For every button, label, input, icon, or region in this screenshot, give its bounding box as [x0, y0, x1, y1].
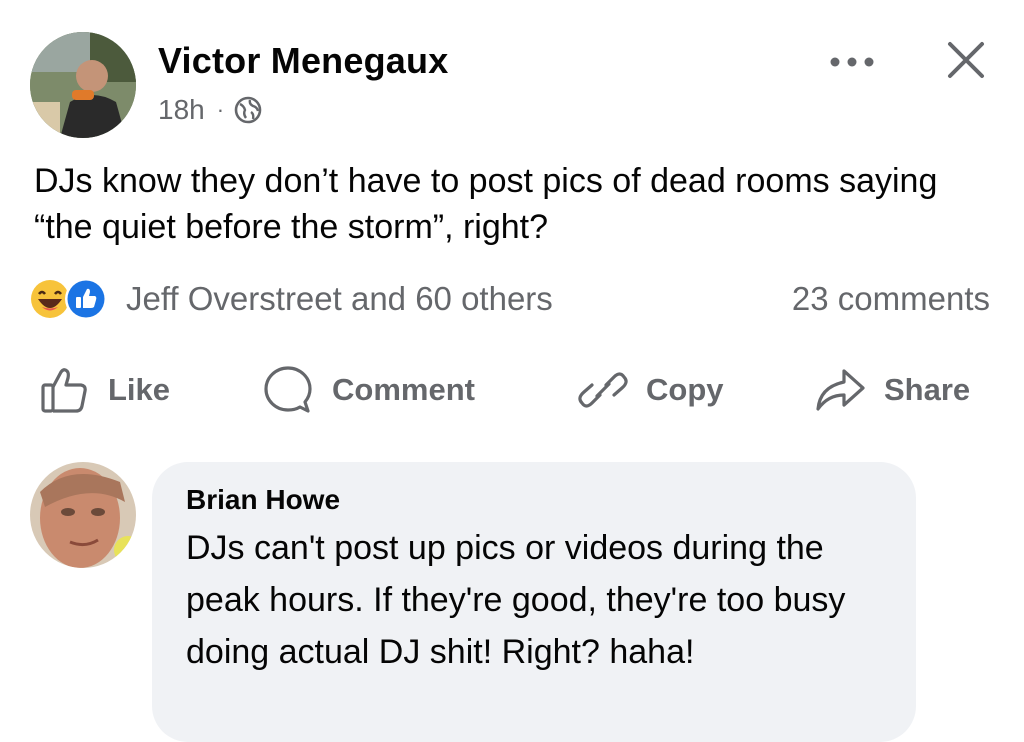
like-reaction-icon: [65, 278, 107, 320]
copy-label: Copy: [646, 372, 724, 407]
close-icon: [948, 42, 984, 78]
like-label: Like: [108, 372, 171, 407]
close-button[interactable]: [938, 32, 994, 88]
comment-bubble-icon: [264, 366, 312, 413]
like-button[interactable]: Like: [40, 362, 170, 418]
author-avatar[interactable]: [30, 32, 136, 138]
post-author-name[interactable]: Victor Menegaux: [158, 40, 448, 82]
globe-icon: [234, 96, 262, 124]
share-arrow-icon: [816, 369, 865, 411]
post-body-text: DJs know they don’t have to post pics of…: [34, 162, 938, 246]
comment-count[interactable]: 23 comments: [792, 276, 990, 322]
commenter-avatar[interactable]: [30, 462, 136, 568]
copy-button[interactable]: Copy: [578, 362, 724, 418]
thumbs-up-icon: [41, 368, 87, 413]
reaction-summary[interactable]: Jeff Overstreet and 60 others: [30, 276, 553, 322]
reaction-icons: [30, 277, 118, 321]
ellipsis-icon: [830, 57, 874, 67]
link-icon: [578, 372, 628, 408]
post-timestamp[interactable]: 18h: [158, 94, 205, 126]
post-meta: 18h ·: [158, 92, 262, 128]
more-options-button[interactable]: [820, 42, 884, 82]
reactors-summary[interactable]: Jeff Overstreet and 60 others: [126, 280, 553, 318]
meta-separator: ·: [216, 97, 225, 122]
comment-button[interactable]: Comment: [262, 362, 475, 418]
share-label: Share: [884, 372, 971, 407]
comment-label: Comment: [332, 372, 475, 407]
share-button[interactable]: Share: [814, 362, 970, 418]
commenter-name[interactable]: Brian Howe: [186, 484, 340, 516]
comment-text: DJs can't post up pics or videos during …: [186, 529, 846, 671]
